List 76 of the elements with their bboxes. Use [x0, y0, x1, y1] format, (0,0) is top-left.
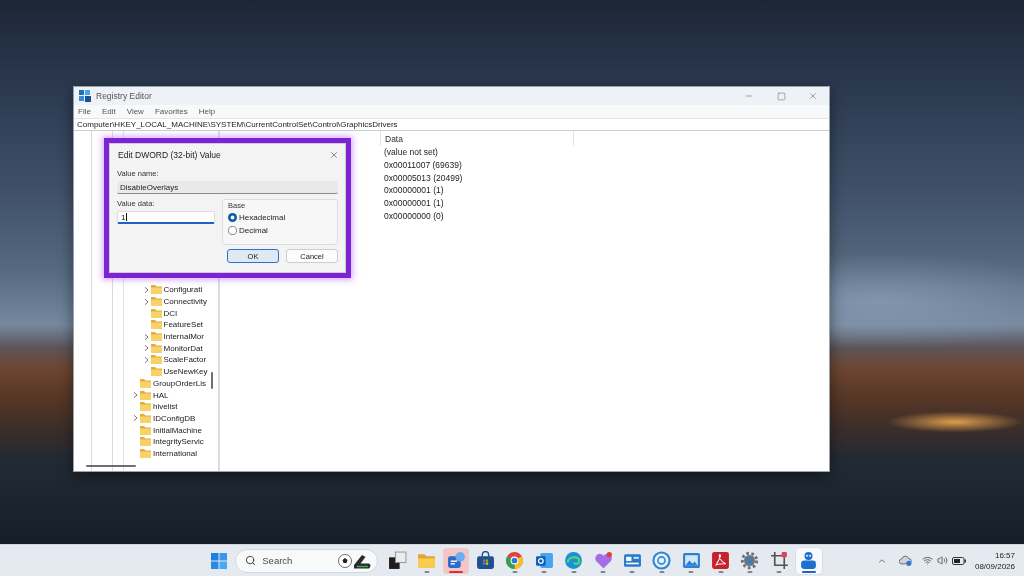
speaker-icon [936, 555, 948, 566]
column-header[interactable]: Data [380, 131, 573, 146]
folder-icon [150, 320, 162, 330]
chevron-right-icon[interactable] [143, 333, 149, 340]
folder-icon [140, 437, 151, 447]
data-cell-text: (value not set) [383, 146, 439, 159]
folder-icon [150, 285, 162, 295]
tree-item[interactable]: Configurati [143, 284, 203, 296]
value-name-field[interactable]: DisableOverlays [117, 181, 338, 194]
folder-icon [150, 332, 162, 342]
tree-item[interactable]: ScaleFactor [143, 354, 207, 366]
folder-icon [140, 448, 151, 458]
menu-item[interactable]: File [75, 105, 94, 118]
chevron-right-icon[interactable] [133, 415, 138, 422]
folder-icon [417, 551, 437, 570]
data-cell-text: 0x00005013 (20499) [383, 171, 464, 185]
chevron-right-icon[interactable] [143, 345, 149, 352]
picture-icon [681, 551, 701, 570]
folder-icon [150, 297, 162, 307]
address-bar[interactable]: Computer\HKEY_LOCAL_MACHINE\SYSTEM\CurrentControlSet\Control\GraphicsDrivers [74, 118, 829, 131]
folder-icon [150, 367, 162, 377]
folder-icon [150, 308, 162, 318]
folder-icon [140, 425, 151, 435]
maximize-icon [776, 91, 786, 101]
battery-icon [951, 556, 966, 565]
heart-icon [593, 551, 613, 570]
window-title: Registry Editor [96, 91, 152, 101]
data-cell-text: 0x00000000 (0) [383, 209, 445, 223]
chevron-right-icon[interactable] [143, 286, 149, 293]
clock-date: 08/09/2026 [974, 560, 1015, 572]
gear-icon [740, 551, 760, 570]
swirl-icon [564, 551, 584, 570]
overlapping-squares-icon [387, 551, 407, 570]
ring-icon [652, 551, 672, 570]
menu-item[interactable]: Favorites [151, 105, 191, 118]
folder-icon [140, 390, 151, 400]
horizontal-scrollbar-thumb[interactable] [86, 465, 136, 467]
tree-item[interactable]: MonitorDat [143, 342, 203, 355]
clock-time: 16:57 [994, 549, 1015, 561]
folder-icon [140, 413, 151, 423]
menu-item[interactable]: Help [195, 105, 219, 118]
data-cell-text: 0x00000001 (1) [383, 184, 445, 197]
bot-icon [799, 551, 819, 570]
card-icon [622, 551, 642, 570]
cloud-icon [898, 555, 912, 566]
close-icon [808, 91, 818, 101]
data-cell-text: 0x00011007 (69639) [383, 159, 463, 172]
four-squares-icon [211, 552, 228, 569]
search-field[interactable]: Search [235, 548, 379, 573]
mail-tile-icon [534, 551, 554, 570]
menu-item[interactable]: Edit [98, 105, 119, 118]
chevron-right-icon[interactable] [143, 356, 149, 363]
chat-bubbles-icon [446, 551, 466, 570]
search-icon [245, 555, 257, 566]
folder-icon [150, 343, 162, 353]
folder-icon [140, 378, 151, 388]
wifi-icon [921, 555, 933, 566]
shopping-bag-icon [475, 551, 495, 570]
data-cell-text: 0x00000001 (1) [383, 197, 445, 210]
tree-item[interactable]: HAL [133, 389, 169, 401]
tiles-icon [79, 90, 91, 102]
ball-and-boot-icon [338, 552, 373, 569]
vertical-scrollbar-thumb[interactable] [211, 372, 213, 389]
chevron-right-icon[interactable] [133, 392, 138, 399]
radio-option[interactable]: Hexadecimal [228, 211, 286, 224]
document-icon [711, 551, 731, 570]
crop-icon [769, 551, 789, 570]
close-icon [329, 149, 339, 160]
tricolor-circle-icon [505, 551, 525, 570]
menu-item[interactable]: View [123, 105, 147, 118]
radio-option[interactable]: Decimal [228, 224, 268, 237]
dialog-title: Edit DWORD (32-bit) Value [118, 149, 221, 160]
folder-icon [150, 355, 162, 365]
value-data-field[interactable]: 1 [117, 211, 215, 224]
chevron-right-icon[interactable] [143, 298, 149, 305]
folder-icon [140, 402, 151, 412]
